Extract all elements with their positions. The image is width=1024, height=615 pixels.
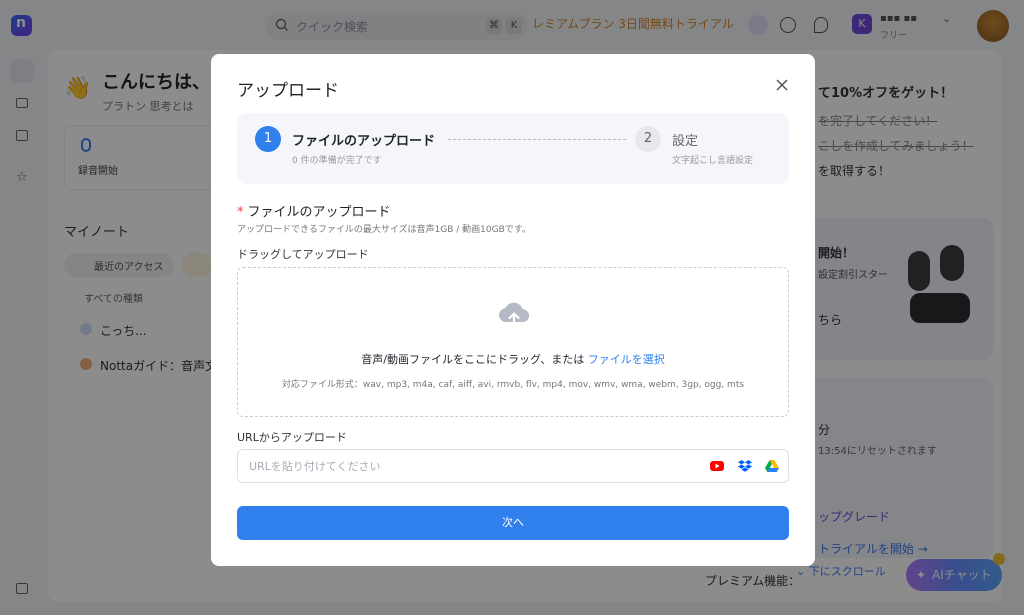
dropbox-icon[interactable] — [738, 460, 752, 472]
step-1-number: 1 — [255, 126, 281, 152]
drag-upload-label: ドラッグしてアップロード — [237, 248, 369, 261]
upload-dialog: アップロード 1 ファイルのアップロード 0 件の準備が完了です 2 設定 文字… — [211, 54, 815, 566]
file-upload-heading: * ファイルのアップロード — [237, 201, 391, 220]
step-2-number: 2 — [635, 126, 661, 152]
step-1-subtitle: 0 件の準備が完了です — [292, 156, 382, 166]
drop-text: 音声/動画ファイルをここにドラッグ、または — [361, 353, 585, 366]
drop-instructions: 音声/動画ファイルをここにドラッグ、または ファイルを選択 — [238, 351, 788, 367]
cloud-upload-icon — [499, 302, 530, 328]
choose-file-link[interactable]: ファイルを選択 — [588, 353, 665, 366]
upload-steps: 1 ファイルのアップロード 0 件の準備が完了です 2 設定 文字起こし言語設定 — [237, 113, 789, 184]
file-size-limit: アップロードできるファイルの最大サイズは音声1GB / 動画10GBです。 — [237, 225, 531, 235]
step-2-title: 設定 — [672, 134, 699, 149]
file-dropzone[interactable]: 音声/動画ファイルをここにドラッグ、または ファイルを選択 対応ファイル形式：w… — [237, 267, 789, 417]
file-upload-heading-text: ファイルのアップロード — [247, 205, 391, 220]
step-2-subtitle: 文字起こし言語設定 — [672, 156, 754, 166]
next-button[interactable]: 次へ — [237, 506, 789, 540]
step-1-title: ファイルのアップロード — [292, 134, 436, 149]
supported-formats: 対応ファイル形式：wav, mp3, m4a, caf, aiff, avi, … — [281, 380, 745, 390]
youtube-icon[interactable] — [710, 460, 724, 472]
step-connector — [448, 139, 626, 140]
url-input[interactable] — [237, 449, 789, 483]
google-drive-icon[interactable] — [765, 460, 779, 472]
close-icon[interactable] — [774, 77, 790, 93]
required-mark: * — [237, 205, 244, 220]
dialog-title: アップロード — [237, 81, 339, 101]
url-upload-label: URLからアップロード — [237, 431, 347, 444]
